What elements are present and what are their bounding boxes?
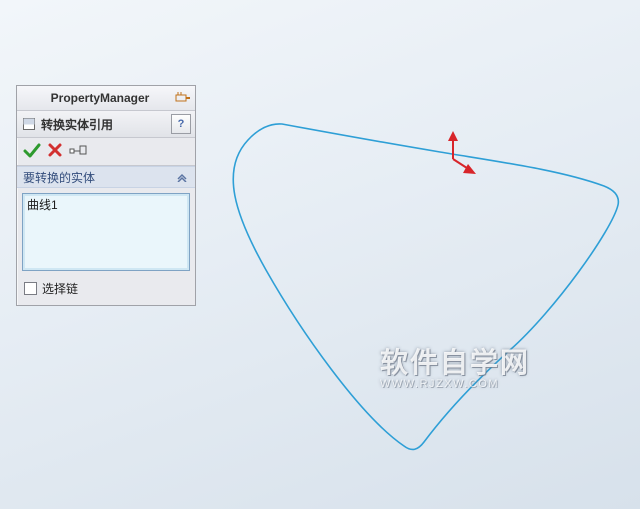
checkbox-row[interactable]: 选择链 [17,276,195,305]
origin-axis-icon [448,131,476,174]
preview-icon[interactable] [69,143,87,160]
help-button[interactable]: ? [171,114,191,134]
chevron-up-icon [175,170,189,184]
panel-title: PropertyManager [25,91,175,105]
cancel-button[interactable] [47,142,63,161]
panel-header: PropertyManager [17,86,195,111]
viewport-3d[interactable]: 软件自学网 WWW.RJZXW.COM PropertyManager [0,0,640,509]
list-item[interactable]: 曲线1 [27,196,185,213]
convert-entities-icon [21,116,37,132]
group-header-entities[interactable]: 要转换的实体 [17,166,195,188]
feature-header: 转换实体引用 ? [17,111,195,138]
checkbox-label: 选择链 [42,280,78,297]
propertymanager-panel: PropertyManager 转换实体引用 ? [16,85,196,306]
ok-button[interactable] [23,142,41,161]
watermark: 软件自学网 WWW.RJZXW.COM [380,348,530,391]
watermark-line1: 软件自学网 [380,348,530,377]
action-row [17,138,195,166]
pin-icon[interactable] [175,90,191,106]
checkbox-select-chain[interactable] [24,282,37,295]
curve-entity [233,124,618,450]
feature-label: 转换实体引用 [41,116,167,133]
selection-listbox[interactable]: 曲线1 [22,193,190,271]
group-title: 要转换的实体 [23,169,95,186]
watermark-line2: WWW.RJZXW.COM [380,379,530,391]
